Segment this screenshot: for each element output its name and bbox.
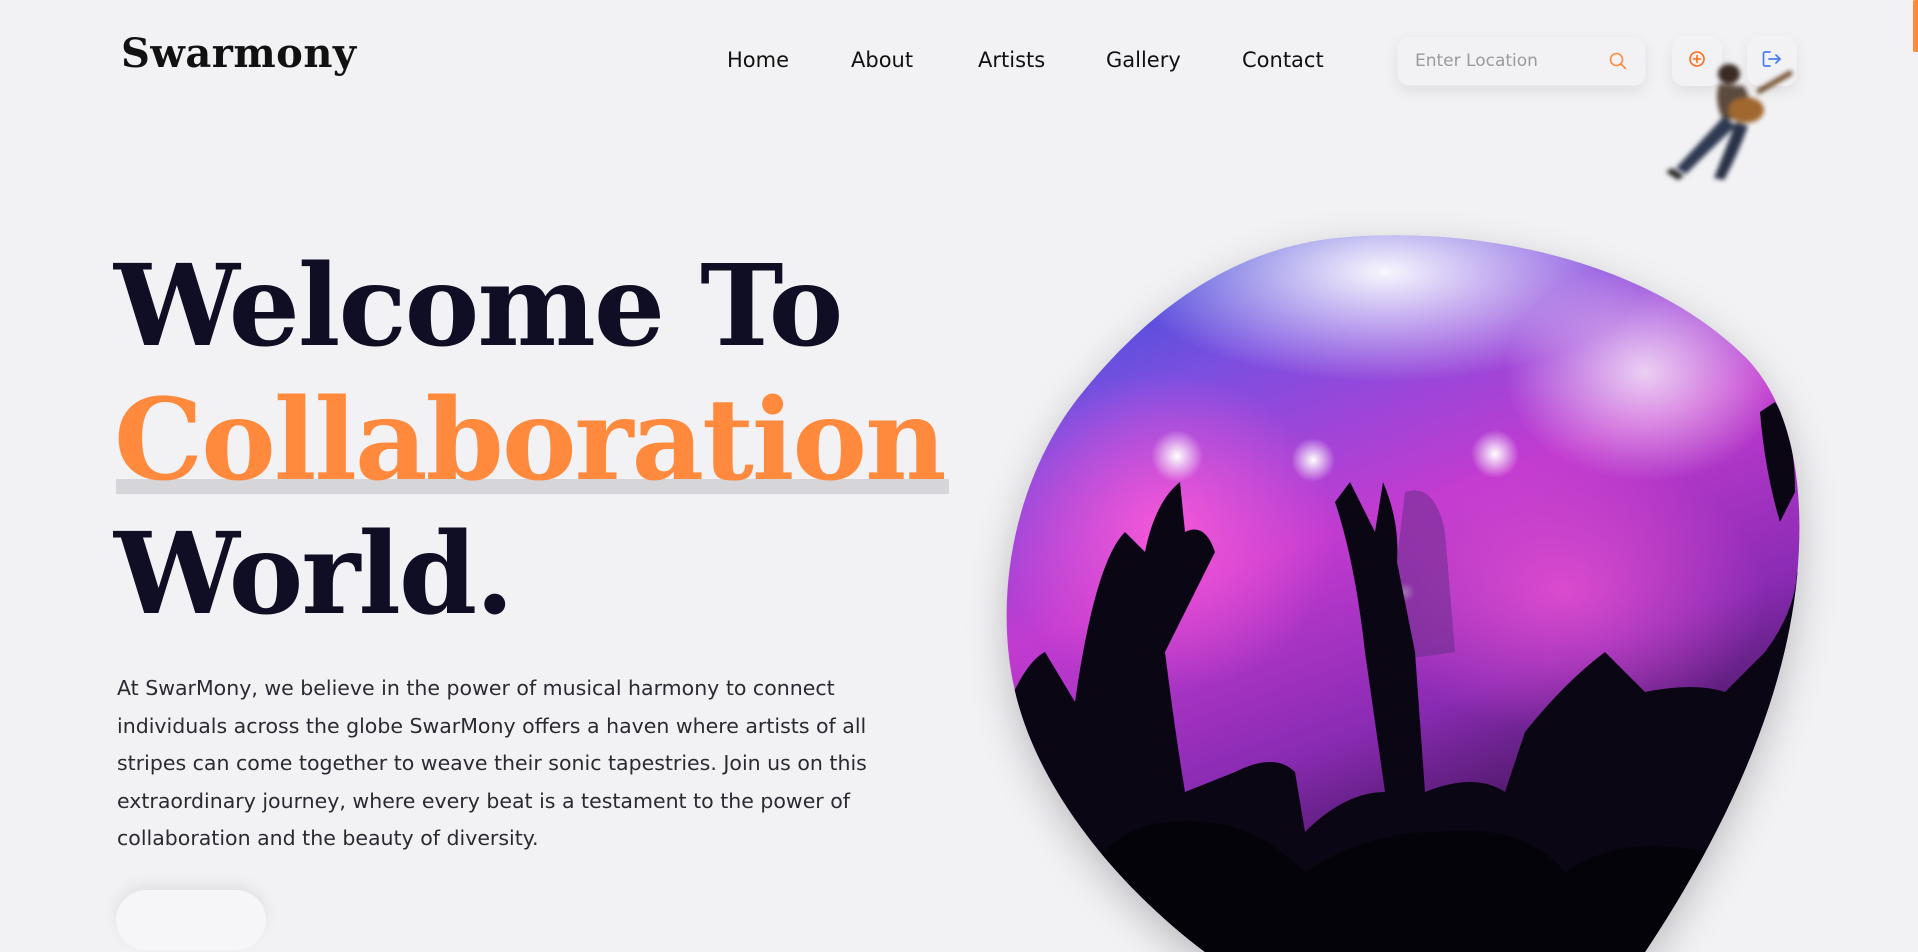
search-icon[interactable] xyxy=(1608,51,1628,71)
nav-gallery[interactable]: Gallery xyxy=(1106,48,1181,72)
guitarist-illustration xyxy=(1666,64,1793,180)
nav-artists[interactable]: Artists xyxy=(978,48,1045,72)
site-header: Swarmony Home About Artists Gallery Cont… xyxy=(0,0,1918,120)
nav-about[interactable]: About xyxy=(851,48,913,72)
site-logo[interactable]: Swarmony xyxy=(121,30,357,77)
location-search xyxy=(1397,36,1646,86)
hero-title: Welcome To Collaboration World. xyxy=(114,240,949,642)
hero-title-line-3: World. xyxy=(114,509,514,640)
concert-crowd-image xyxy=(1006,235,1800,952)
hero-cta-button[interactable] xyxy=(116,890,266,950)
hero-title-line-1: Welcome To xyxy=(114,241,843,372)
nav-home[interactable]: Home xyxy=(727,48,789,72)
hero-description: At SwarMony, we believe in the power of … xyxy=(117,676,867,850)
location-input[interactable] xyxy=(1397,50,1607,72)
hero-title-accent: Collaboration xyxy=(114,375,949,506)
nav-contact[interactable]: Contact xyxy=(1242,48,1324,72)
